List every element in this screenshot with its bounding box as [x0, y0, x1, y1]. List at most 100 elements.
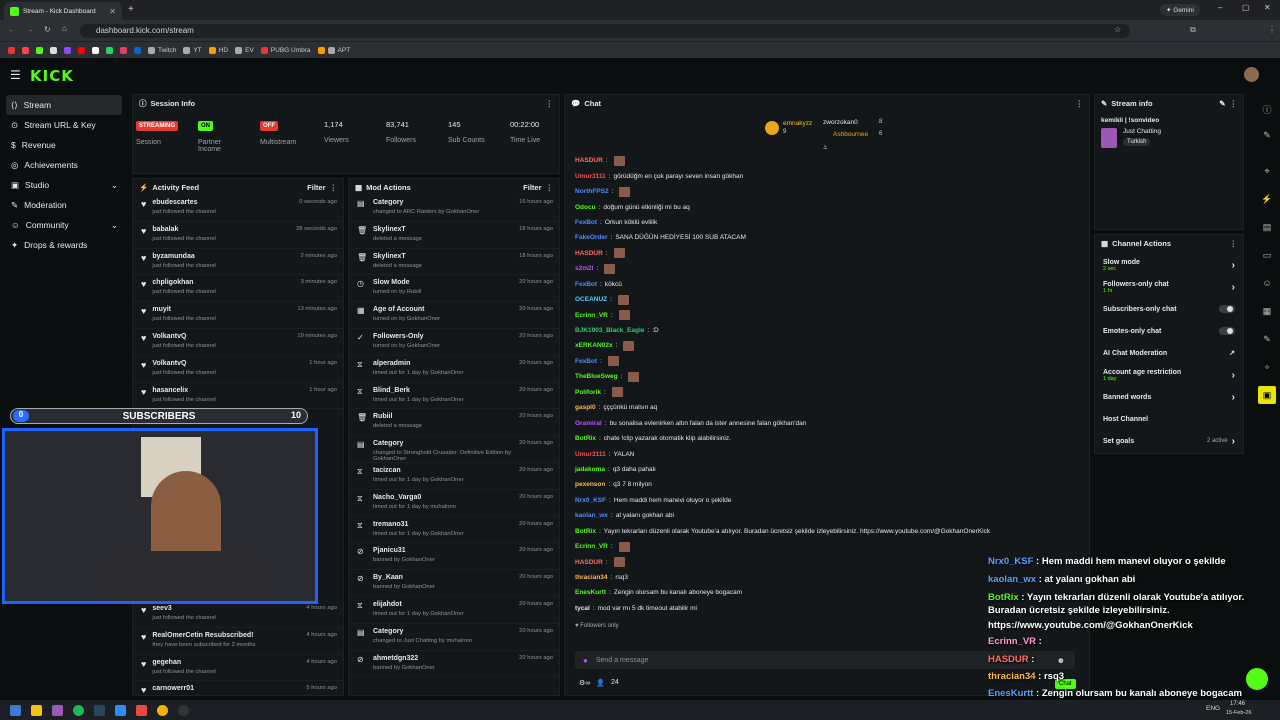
- chat-username[interactable]: Poliforik: [575, 389, 601, 396]
- hamburger-menu-icon[interactable]: ☰: [10, 68, 21, 82]
- reload-icon[interactable]: ↻: [44, 25, 51, 34]
- back-icon[interactable]: ←: [8, 25, 16, 34]
- more-icon[interactable]: ⋮: [546, 183, 554, 192]
- mod-row[interactable]: 🗑 SkylinexT deleted a message 18 hours ago: [349, 249, 559, 276]
- chat-rail-icon[interactable]: ▭: [1258, 246, 1276, 264]
- mod-row[interactable]: ⧖ tremano31 timed out for 1 day by GokhanO…: [349, 517, 559, 544]
- feed-row[interactable]: ♥ byzamundaa just followed the channel 2 mi…: [133, 249, 343, 276]
- chat-username[interactable]: gaspl0: [575, 404, 596, 411]
- clock-date[interactable]: 15-Feb-26: [1226, 710, 1251, 716]
- feed-row[interactable]: ♥ hasancelix just followed the channel 1 ho…: [133, 383, 343, 410]
- mod-row[interactable]: 🗑 SkylinexT deleted a message 18 hours ago: [349, 222, 559, 249]
- kick-logo[interactable]: KICK: [30, 67, 74, 85]
- feed-name[interactable]: VolkantvQ: [152, 333, 216, 340]
- mod-row[interactable]: ⧖ alperadmin timed out for 1 day by Gokhan…: [349, 356, 559, 383]
- mod-row[interactable]: ⧖ elijahdot timed out for 1 day by GokhanO…: [349, 597, 559, 624]
- chat-username[interactable]: s2m2l: [575, 265, 593, 272]
- share-rail-icon[interactable]: ⚬: [1258, 358, 1276, 376]
- feed-row[interactable]: ♥ chpligokhan just followed the channel 3 m…: [133, 275, 343, 303]
- feed-name[interactable]: babalak: [152, 226, 216, 233]
- settings-icon[interactable]: ⚙∞: [579, 679, 590, 687]
- camera-rail-icon[interactable]: ⌖: [1258, 162, 1276, 180]
- feed-row[interactable]: ♥ gegehan just followed the channel 4 hours…: [133, 655, 343, 682]
- feed-name[interactable]: chpligokhan: [152, 279, 216, 286]
- more-icon[interactable]: ⋮: [1076, 99, 1084, 108]
- bookmark-icon[interactable]: [8, 46, 15, 54]
- app-icon[interactable]: [115, 704, 126, 716]
- chat-username[interactable]: Odocu: [575, 204, 596, 211]
- maximize-icon[interactable]: ▢: [1242, 3, 1250, 12]
- chat-username[interactable]: BotRix: [575, 528, 596, 535]
- chat-username[interactable]: TheBlueSweg: [575, 373, 618, 380]
- top-gifter[interactable]: zworzokan0: [823, 119, 858, 126]
- chat-username[interactable]: jadakoma: [575, 466, 605, 473]
- mod-row[interactable]: ▤ Category changed to ARC Raiders by Gokha…: [349, 195, 559, 222]
- mod-row[interactable]: ⧖ tacizcan timed out for 1 day by GokhanOn…: [349, 463, 559, 490]
- obs-icon[interactable]: [178, 704, 189, 716]
- mod-row[interactable]: ⧖ Nacho_Varga0 timed out for 1 day by muha…: [349, 490, 559, 517]
- sidebar-item-community[interactable]: ☺ Community ⌄: [0, 215, 128, 235]
- channel-action-row[interactable]: Emotes-only chat: [1095, 320, 1243, 342]
- chevron-right-icon[interactable]: ›: [1232, 392, 1235, 403]
- category-name[interactable]: Just Chatting: [1123, 128, 1161, 135]
- feed-name[interactable]: ebudescartes: [152, 199, 216, 206]
- feed-name[interactable]: VolkantvQ: [152, 360, 216, 367]
- chevron-right-icon[interactable]: ›: [1232, 260, 1235, 271]
- chat-username[interactable]: HASDUR: [575, 250, 603, 257]
- chevron-down-icon[interactable]: ⩡: [823, 143, 828, 153]
- wrench-rail-icon[interactable]: ✎: [1258, 330, 1276, 348]
- new-tab-icon[interactable]: +: [128, 4, 134, 15]
- feed-row[interactable]: ♥ seev3 just followed the channel 4 hours a…: [133, 601, 343, 628]
- chrome-icon[interactable]: [157, 704, 168, 716]
- bookmark-icon[interactable]: [106, 46, 113, 54]
- feed-name[interactable]: hasancelix: [152, 387, 216, 394]
- user-rail-icon[interactable]: ☺: [1258, 274, 1276, 292]
- feed-row[interactable]: ♥ VolkantvQ just followed the channel 19 mi…: [133, 329, 343, 356]
- close-window-icon[interactable]: ✕: [1264, 3, 1271, 12]
- yellow-rail-icon[interactable]: ▣: [1258, 386, 1276, 404]
- chat-username[interactable]: kaolan_wx: [575, 512, 608, 519]
- feed-name[interactable]: gegehan: [152, 659, 216, 666]
- channel-action-row[interactable]: Subscribers-only chat: [1095, 298, 1243, 320]
- feed-row[interactable]: ♥ ebudescartes just followed the channel 0 …: [133, 195, 343, 222]
- gemini-button[interactable]: ✦ Gemini: [1160, 4, 1200, 16]
- spotify-icon[interactable]: [73, 704, 84, 716]
- feed-name[interactable]: RealOmerCetin Resubscribed!: [152, 632, 255, 639]
- chat-username[interactable]: HASDUR: [575, 559, 603, 566]
- close-tab-icon[interactable]: ✕: [109, 7, 116, 16]
- bookmark-icon[interactable]: [78, 46, 85, 54]
- bookmark-icon[interactable]: [92, 46, 99, 54]
- chat-username[interactable]: OCEANUZ: [575, 296, 607, 303]
- bookmark-ev[interactable]: EV: [235, 46, 254, 54]
- chat-username[interactable]: Ecrinn_VR: [575, 312, 608, 319]
- emoji-icon[interactable]: ☻: [1057, 656, 1065, 665]
- chevron-right-icon[interactable]: ›: [1232, 436, 1235, 447]
- info-rail-icon[interactable]: ⓘ: [1258, 100, 1276, 118]
- chat-username[interactable]: pexenson: [575, 481, 605, 488]
- mod-row[interactable]: ⊘ ahmetdgn322 banned by GokhanOner 20 hours…: [349, 651, 559, 678]
- channel-action-row[interactable]: Banned words ›: [1095, 386, 1243, 408]
- bookmark-apt[interactable]: APT: [317, 46, 350, 54]
- chat-username[interactable]: BJK1903_Black_Eagle: [575, 327, 644, 334]
- filter-button[interactable]: Filter: [523, 183, 541, 192]
- chat-username[interactable]: Oramiral: [575, 420, 602, 427]
- bookmark-icon[interactable]: [36, 46, 43, 54]
- star-icon[interactable]: ☆: [1114, 25, 1121, 34]
- help-chat-icon[interactable]: [1246, 668, 1268, 690]
- url-input[interactable]: dashboard.kick.com/stream: [80, 24, 1130, 38]
- more-icon[interactable]: ⋮: [1230, 99, 1238, 108]
- sidebar-item-revenue[interactable]: $ Revenue: [0, 135, 128, 155]
- toggle-switch[interactable]: [1219, 327, 1235, 335]
- avatar[interactable]: [1244, 67, 1259, 82]
- bookmark-yt[interactable]: YT: [183, 46, 202, 54]
- feed-row[interactable]: ♥ VolkantvQ just followed the channel 1 hou…: [133, 356, 343, 383]
- chat-username[interactable]: FakeOrder: [575, 234, 608, 241]
- extensions-icon[interactable]: ⧉: [1190, 25, 1196, 35]
- app-icon[interactable]: [136, 704, 147, 716]
- top-gifter[interactable]: emnakyzz: [783, 120, 812, 127]
- mod-row[interactable]: ▤ Category changed to Just Chatting by muh…: [349, 624, 559, 651]
- bookmark-icon[interactable]: [64, 46, 71, 54]
- feed-row[interactable]: ♥ RealOmerCetin Resubscribed! they have be…: [133, 628, 343, 655]
- mod-row[interactable]: ⊘ Pjanicu31 banned by GokhanOner 20 hours a…: [349, 543, 559, 571]
- mod-row[interactable]: ⧖ Blind_Berk timed out for 1 day by Gokhan…: [349, 383, 559, 410]
